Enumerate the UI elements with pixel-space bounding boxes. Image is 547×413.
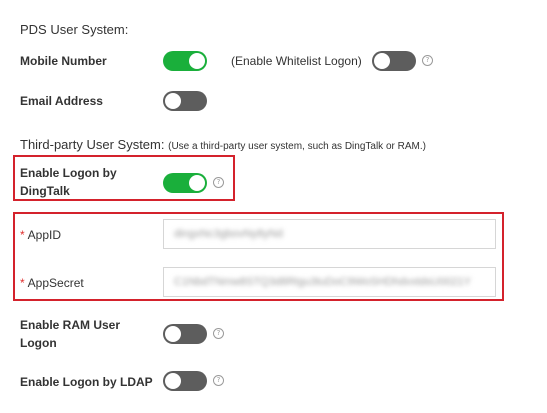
toggle-knob xyxy=(189,175,205,191)
toggle-knob xyxy=(374,53,390,69)
mobile-number-toggle[interactable] xyxy=(163,51,207,71)
appsecret-value: C1NbdTNmw8STQ3d8Rtgu3tuDoC9WoSHDhdvxtdsU… xyxy=(174,276,471,288)
help-icon[interactable]: ? xyxy=(213,328,224,339)
toggle-knob xyxy=(165,93,181,109)
toggle-knob xyxy=(165,326,181,342)
third-party-section-title: Third-party User System: (Use a third-pa… xyxy=(20,137,426,152)
third-party-note: (Use a third-party user system, such as … xyxy=(168,141,426,152)
third-party-title: Third-party User System: xyxy=(20,137,165,152)
required-mark: * xyxy=(20,228,25,242)
toggle-knob xyxy=(189,53,205,69)
whitelist-toggle[interactable] xyxy=(372,51,416,71)
appid-label-text: AppID xyxy=(27,228,62,242)
appsecret-label: * AppSecret xyxy=(20,274,84,292)
ldap-logon-label: Enable Logon by LDAP xyxy=(20,375,153,389)
appsecret-label-text: AppSecret xyxy=(27,276,84,290)
whitelist-label: (Enable Whitelist Logon) xyxy=(231,54,362,68)
appid-value: dingxNc3gbovNy8yNd xyxy=(174,228,283,240)
help-icon[interactable]: ? xyxy=(422,55,433,66)
ldap-logon-toggle[interactable] xyxy=(163,371,207,391)
required-mark: * xyxy=(20,276,25,290)
appid-input[interactable]: dingxNc3gbovNy8yNd xyxy=(163,219,496,249)
mobile-number-label: Mobile Number xyxy=(20,54,107,68)
pds-section-title: PDS User System: xyxy=(20,22,129,37)
toggle-knob xyxy=(165,373,181,389)
dingtalk-logon-label: Enable Logon by DingTalk xyxy=(20,166,117,198)
help-icon[interactable]: ? xyxy=(213,177,224,188)
email-address-label: Email Address xyxy=(20,94,103,108)
appsecret-input[interactable]: C1NbdTNmw8STQ3d8Rtgu3tuDoC9WoSHDhdvxtdsU… xyxy=(163,267,496,297)
ram-logon-toggle[interactable] xyxy=(163,324,207,344)
dingtalk-logon-toggle[interactable] xyxy=(163,173,207,193)
appid-label: * AppID xyxy=(20,226,61,244)
help-icon[interactable]: ? xyxy=(213,375,224,386)
email-address-toggle[interactable] xyxy=(163,91,207,111)
ram-logon-label: Enable RAM User Logon xyxy=(20,318,121,350)
